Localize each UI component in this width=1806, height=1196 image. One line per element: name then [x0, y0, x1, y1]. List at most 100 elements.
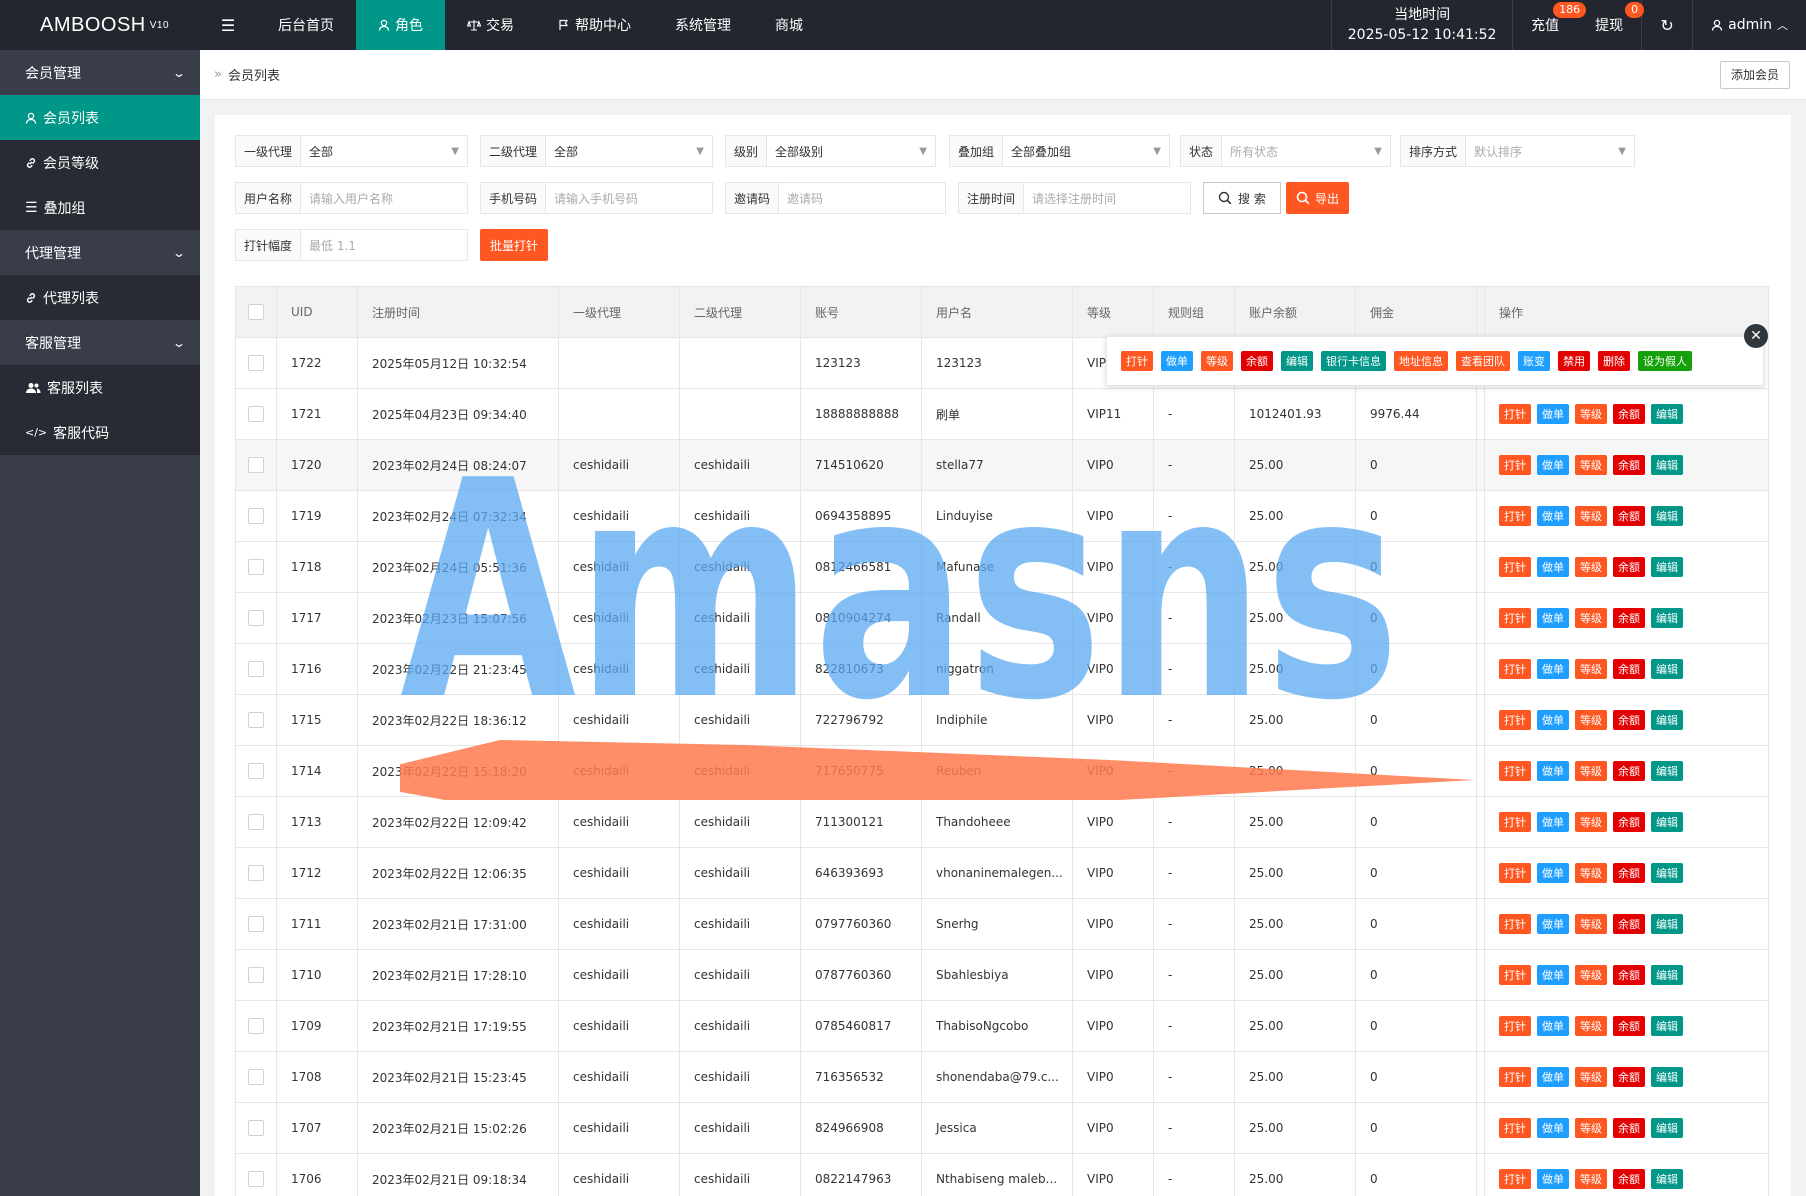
row-action-button[interactable]: 余额: [1613, 710, 1645, 730]
row-action-button[interactable]: 余额: [1613, 863, 1645, 883]
row-action-button[interactable]: 余额: [1613, 965, 1645, 985]
popup-action-button[interactable]: 做单: [1161, 351, 1193, 371]
row-checkbox[interactable]: [236, 440, 277, 490]
popup-action-button[interactable]: 余额: [1241, 351, 1273, 371]
row-action-button[interactable]: 编辑: [1651, 965, 1683, 985]
row-checkbox[interactable]: [236, 1103, 277, 1153]
status-select[interactable]: 状态 所有状态 ▼: [1180, 135, 1391, 167]
row-action-button[interactable]: 等级: [1575, 965, 1607, 985]
phone-input[interactable]: 手机号码 请输入手机号码: [480, 182, 713, 214]
popup-action-button[interactable]: 禁用: [1558, 351, 1590, 371]
row-checkbox[interactable]: [236, 1154, 277, 1196]
row-action-button[interactable]: 余额: [1613, 557, 1645, 577]
row-checkbox[interactable]: [236, 899, 277, 949]
row-action-button[interactable]: 做单: [1537, 914, 1569, 934]
sidebar-group-agent[interactable]: 代理管理 ⌄: [0, 230, 200, 275]
row-action-button[interactable]: 余额: [1613, 506, 1645, 526]
row-action-button[interactable]: 等级: [1575, 1067, 1607, 1087]
row-action-button[interactable]: 编辑: [1651, 455, 1683, 475]
row-action-button[interactable]: 等级: [1575, 761, 1607, 781]
row-checkbox[interactable]: [236, 848, 277, 898]
row-action-button[interactable]: 编辑: [1651, 1016, 1683, 1036]
row-action-button[interactable]: 等级: [1575, 1118, 1607, 1138]
row-action-button[interactable]: 打针: [1499, 914, 1531, 934]
row-action-button[interactable]: 做单: [1537, 1169, 1569, 1189]
row-action-button[interactable]: 等级: [1575, 659, 1607, 679]
export-button[interactable]: 导出: [1286, 182, 1350, 214]
nav-home[interactable]: 后台首页: [256, 0, 356, 50]
row-action-button[interactable]: 打针: [1499, 965, 1531, 985]
sidebar-item-member-list[interactable]: 会员列表: [0, 95, 200, 140]
popup-action-button[interactable]: 查看团队: [1456, 351, 1510, 371]
row-action-button[interactable]: 做单: [1537, 557, 1569, 577]
popup-action-button[interactable]: 编辑: [1281, 351, 1313, 371]
nav-mall[interactable]: 商城: [753, 0, 825, 50]
row-checkbox[interactable]: [236, 338, 277, 388]
nav-help[interactable]: 帮助中心: [536, 0, 653, 50]
row-action-button[interactable]: 打针: [1499, 1169, 1531, 1189]
row-action-button[interactable]: 编辑: [1651, 659, 1683, 679]
row-checkbox[interactable]: [236, 950, 277, 1000]
popup-action-button[interactable]: 等级: [1201, 351, 1233, 371]
row-action-button[interactable]: 编辑: [1651, 1169, 1683, 1189]
row-action-button[interactable]: 余额: [1613, 1118, 1645, 1138]
row-action-button[interactable]: 等级: [1575, 710, 1607, 730]
row-checkbox[interactable]: [236, 1052, 277, 1102]
sidebar-item-stack-group[interactable]: ☰ 叠加组: [0, 185, 200, 230]
sidebar-item-agent-list[interactable]: 代理列表: [0, 275, 200, 320]
row-action-button[interactable]: 打针: [1499, 812, 1531, 832]
row-checkbox[interactable]: [236, 542, 277, 592]
row-action-button[interactable]: 编辑: [1651, 1118, 1683, 1138]
row-action-button[interactable]: 余额: [1613, 1169, 1645, 1189]
row-action-button[interactable]: 余额: [1613, 608, 1645, 628]
sidebar-item-member-level[interactable]: 会员等级: [0, 140, 200, 185]
row-action-button[interactable]: 做单: [1537, 455, 1569, 475]
row-action-button[interactable]: 等级: [1575, 1016, 1607, 1036]
row-checkbox[interactable]: [236, 1001, 277, 1051]
regtime-input[interactable]: 注册时间 请选择注册时间: [958, 182, 1191, 214]
row-action-button[interactable]: 等级: [1575, 404, 1607, 424]
row-action-button[interactable]: 等级: [1575, 1169, 1607, 1189]
withdraw-button[interactable]: 提现 0: [1577, 0, 1645, 50]
row-action-button[interactable]: 打针: [1499, 455, 1531, 475]
sidebar-item-cs-list[interactable]: 客服列表: [0, 365, 200, 410]
row-action-button[interactable]: 编辑: [1651, 761, 1683, 781]
row-action-button[interactable]: 等级: [1575, 812, 1607, 832]
popup-action-button[interactable]: 打针: [1121, 351, 1153, 371]
amount-input[interactable]: 打针幅度 最低 1.1: [235, 229, 468, 261]
agent2-select[interactable]: 二级代理 全部 ▼: [480, 135, 713, 167]
row-action-button[interactable]: 余额: [1613, 659, 1645, 679]
sidebar-group-member[interactable]: 会员管理 ⌄: [0, 50, 200, 95]
row-action-button[interactable]: 做单: [1537, 710, 1569, 730]
row-action-button[interactable]: 余额: [1613, 761, 1645, 781]
row-action-button[interactable]: 做单: [1537, 506, 1569, 526]
row-action-button[interactable]: 编辑: [1651, 506, 1683, 526]
row-action-button[interactable]: 编辑: [1651, 812, 1683, 832]
popup-action-button[interactable]: 账变: [1518, 351, 1550, 371]
select-all-checkbox[interactable]: [236, 287, 277, 337]
row-action-button[interactable]: 编辑: [1651, 1067, 1683, 1087]
row-action-button[interactable]: 打针: [1499, 1067, 1531, 1087]
level-select[interactable]: 级别 全部级别 ▼: [725, 135, 936, 167]
popup-action-button[interactable]: 地址信息: [1394, 351, 1448, 371]
sidebar-item-cs-code[interactable]: </> 客服代码: [0, 410, 200, 455]
popup-action-button[interactable]: 银行卡信息: [1321, 351, 1386, 371]
row-action-button[interactable]: 等级: [1575, 914, 1607, 934]
row-action-button[interactable]: 做单: [1537, 965, 1569, 985]
row-action-button[interactable]: 做单: [1537, 1118, 1569, 1138]
row-action-button[interactable]: 做单: [1537, 1016, 1569, 1036]
row-action-button[interactable]: 打针: [1499, 404, 1531, 424]
row-action-button[interactable]: 打针: [1499, 863, 1531, 883]
row-action-button[interactable]: 余额: [1613, 812, 1645, 832]
batch-inject-button[interactable]: 批量打针: [480, 229, 549, 261]
row-action-button[interactable]: 等级: [1575, 506, 1607, 526]
row-action-button[interactable]: 余额: [1613, 1067, 1645, 1087]
row-checkbox[interactable]: [236, 746, 277, 796]
row-checkbox[interactable]: [236, 644, 277, 694]
row-action-button[interactable]: 编辑: [1651, 863, 1683, 883]
row-action-button[interactable]: 等级: [1575, 863, 1607, 883]
row-action-button[interactable]: 等级: [1575, 608, 1607, 628]
close-icon[interactable]: ✕: [1744, 324, 1768, 348]
recharge-button[interactable]: 充值 186: [1513, 0, 1587, 50]
refresh-button[interactable]: ↻: [1642, 0, 1692, 50]
